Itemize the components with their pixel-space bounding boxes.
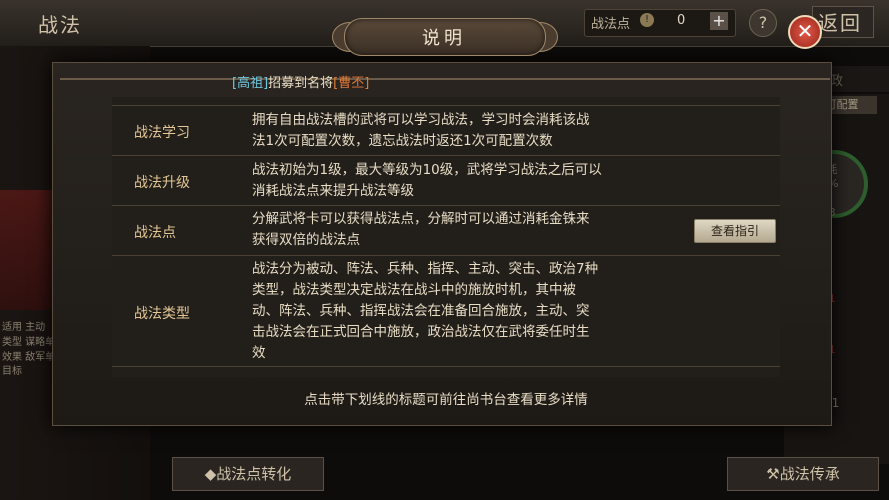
announcement-marquee: [高祖]招募到名将[曹丕] (232, 76, 370, 91)
row-desc-upgrade: 战法初始为1级，最大等级为10级，武将学习战法之后可以 消耗战法点来提升战法等级 (252, 162, 602, 199)
info-icon: ! (640, 13, 654, 27)
dialog-divider (60, 78, 830, 80)
row-divider (112, 366, 780, 367)
tactic-points-value: 0 (677, 13, 686, 28)
screen-title: 战法 (38, 13, 82, 37)
inherit-tactic-button[interactable]: ⚒战法传承 (727, 457, 879, 491)
row-label-upgrade[interactable]: 战法升级 (112, 172, 240, 192)
view-guide-button[interactable]: 查看指引 (694, 219, 776, 243)
tactic-points-label: 战法点 (591, 17, 631, 32)
dialog-title: 说明 (422, 28, 466, 49)
tactic-point-icon: ◆ (204, 465, 217, 483)
row-label-points[interactable]: 战法点 (112, 222, 240, 242)
close-icon: ✕ (796, 19, 814, 43)
row-desc-learn: 拥有自由战法槽的武将可以学习战法，学习时会消耗该战 法1次可配置次数，遗忘战法时返… (252, 112, 590, 149)
row-label-types[interactable]: 战法类型 (112, 303, 240, 323)
row-divider (112, 105, 780, 106)
row-desc-points: 分解武将卡可以获得战法点，分解时可以通过消耗金铢来 获得双倍的战法点 (252, 211, 590, 248)
row-divider (112, 155, 780, 156)
add-points-button[interactable]: + (710, 12, 728, 30)
hammer-icon: ⚒ (766, 465, 780, 483)
footer-tip: 点击带下划线的标题可前往尚书台查看更多详情 (304, 392, 588, 408)
row-desc-types: 战法分为被动、阵法、兵种、指挥、主动、突击、政治7种 类型，战法类型决定战法在战… (252, 261, 599, 361)
left-info-line: 目标 (2, 366, 22, 377)
close-button[interactable]: ✕ (788, 15, 822, 49)
row-divider (112, 255, 780, 256)
row-label-learn[interactable]: 战法学习 (112, 122, 240, 142)
back-label: 返回 (818, 11, 862, 35)
help-button[interactable]: ? (749, 9, 777, 37)
convert-points-button[interactable]: ◆战法点转化 (172, 457, 324, 491)
left-info-line: 适用 主动 (2, 322, 46, 333)
row-divider (112, 205, 780, 206)
